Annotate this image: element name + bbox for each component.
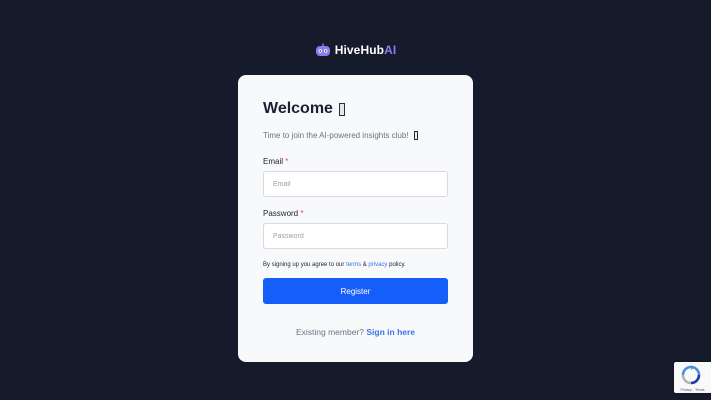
recaptcha-badge[interactable]: Privacy - Terms	[674, 362, 711, 393]
recaptcha-terms-link[interactable]: Terms	[695, 388, 705, 392]
signin-prompt: Existing member? Sign in here	[295, 327, 416, 337]
terms-link[interactable]: terms	[346, 262, 361, 268]
recaptcha-links: Privacy - Terms	[680, 388, 705, 392]
recaptcha-privacy-link[interactable]: Privacy	[680, 388, 691, 392]
privacy-link[interactable]: privacy	[368, 262, 387, 268]
terms-notice: By signing up you agree to our terms & p…	[263, 262, 406, 268]
signin-link[interactable]: Sign in here	[366, 327, 415, 337]
emoji-placeholder-glyph	[338, 102, 345, 116]
password-input[interactable]	[263, 223, 448, 249]
emoji-placeholder-glyph	[413, 131, 418, 140]
register-card: Welcome Time to join the AI-powered insi…	[238, 75, 473, 362]
robot-face-icon	[315, 43, 330, 56]
password-label: Password *	[263, 209, 304, 218]
required-mark: *	[285, 157, 289, 166]
brand-name-accent: AI	[384, 43, 397, 57]
brand-logo[interactable]: HiveHubAI	[0, 43, 711, 57]
page-title: Welcome	[263, 100, 333, 117]
brand-name: HiveHubAI	[334, 43, 397, 57]
recaptcha-icon	[681, 365, 701, 385]
register-button[interactable]: Register	[263, 278, 448, 304]
required-mark: *	[300, 209, 304, 218]
register-page: HiveHubAI Welcome Time to join the AI-po…	[0, 0, 711, 400]
email-input[interactable]	[263, 171, 448, 197]
email-label: Email *	[263, 157, 289, 166]
page-subtitle: Time to join the AI-powered insights clu…	[263, 131, 409, 140]
